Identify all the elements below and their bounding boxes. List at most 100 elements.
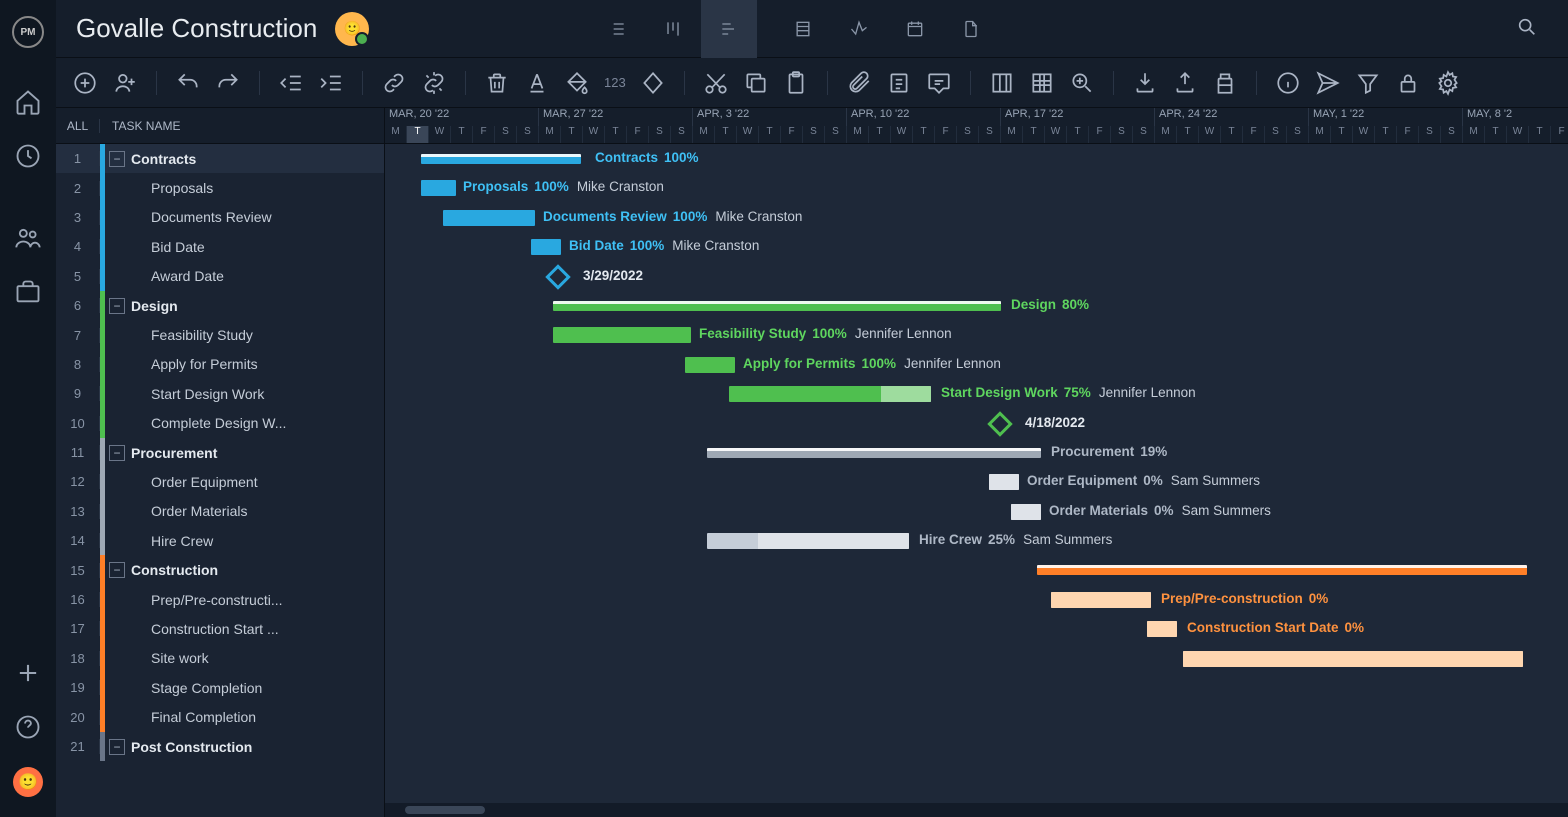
redo-icon[interactable] <box>215 70 241 96</box>
task-row[interactable]: 15−Construction <box>56 555 384 584</box>
lock-icon[interactable] <box>1395 70 1421 96</box>
task-row[interactable]: 9Start Design Work <box>56 379 384 408</box>
paste-icon[interactable] <box>783 70 809 96</box>
task-list-header: ALL TASK NAME <box>56 108 384 144</box>
task-row[interactable]: 1−Contracts <box>56 144 384 173</box>
task-row[interactable]: 13Order Materials <box>56 497 384 526</box>
task-row[interactable]: 12Order Equipment <box>56 467 384 496</box>
view-list-icon[interactable] <box>589 0 645 58</box>
task-row[interactable]: 10Complete Design W... <box>56 409 384 438</box>
gantt-bar[interactable] <box>443 210 535 226</box>
settings-icon[interactable] <box>1435 70 1461 96</box>
gantt-bar-label: Start Design Work75%Jennifer Lennon <box>941 385 1196 400</box>
color-fill-icon[interactable] <box>564 70 590 96</box>
indent-icon[interactable] <box>318 70 344 96</box>
gantt-bar[interactable] <box>1183 651 1523 667</box>
import-icon[interactable] <box>1132 70 1158 96</box>
gantt-bar[interactable] <box>729 386 931 402</box>
search-icon[interactable] <box>1506 16 1548 41</box>
send-icon[interactable] <box>1315 70 1341 96</box>
milestone-icon[interactable] <box>987 411 1012 436</box>
task-row[interactable]: 8Apply for Permits <box>56 350 384 379</box>
home-icon[interactable] <box>14 88 42 116</box>
gantt-bar-label: Order Materials0%Sam Summers <box>1049 503 1271 518</box>
cut-icon[interactable] <box>703 70 729 96</box>
unlink-icon[interactable] <box>421 70 447 96</box>
columns-icon[interactable] <box>989 70 1015 96</box>
task-row[interactable]: 16Prep/Pre-constructi... <box>56 585 384 614</box>
task-row[interactable]: 4Bid Date <box>56 232 384 261</box>
gantt-bar[interactable] <box>707 533 909 549</box>
gantt-bar[interactable] <box>421 180 456 196</box>
notes-icon[interactable] <box>886 70 912 96</box>
portfolio-icon[interactable] <box>14 278 42 306</box>
gantt-bar[interactable] <box>685 357 735 373</box>
export-icon[interactable] <box>1172 70 1198 96</box>
gantt-bar[interactable] <box>1037 565 1527 575</box>
copy-icon[interactable] <box>743 70 769 96</box>
task-row[interactable]: 11−Procurement <box>56 438 384 467</box>
link-icon[interactable] <box>381 70 407 96</box>
filter-icon[interactable] <box>1355 70 1381 96</box>
grid-icon[interactable] <box>1029 70 1055 96</box>
view-workload-icon[interactable] <box>831 0 887 58</box>
task-row[interactable]: 3Documents Review <box>56 203 384 232</box>
gantt-horizontal-scrollbar[interactable] <box>385 803 1568 817</box>
view-files-icon[interactable] <box>943 0 999 58</box>
task-row[interactable]: 17Construction Start ... <box>56 614 384 643</box>
delete-icon[interactable] <box>484 70 510 96</box>
gantt-bar-label: 3/29/2022 <box>583 268 643 283</box>
view-board-icon[interactable] <box>645 0 701 58</box>
gantt-toolbar: 123 <box>56 58 1568 108</box>
gantt-body[interactable]: Contracts100%Proposals100%Mike CranstonD… <box>385 144 1568 817</box>
milestone-icon[interactable] <box>545 264 570 289</box>
task-row[interactable]: 6−Design <box>56 291 384 320</box>
attachment-icon[interactable] <box>846 70 872 96</box>
undo-icon[interactable] <box>175 70 201 96</box>
task-row[interactable]: 19Stage Completion <box>56 673 384 702</box>
gantt-bar[interactable] <box>1147 621 1177 637</box>
view-gantt-icon[interactable] <box>701 0 757 58</box>
gantt-bar[interactable] <box>1011 504 1041 520</box>
task-list-header-all[interactable]: ALL <box>56 119 100 133</box>
add-task-icon[interactable] <box>72 70 98 96</box>
user-avatar-icon[interactable]: 🙂 <box>13 767 43 797</box>
view-sheet-icon[interactable] <box>775 0 831 58</box>
gantt-bar[interactable] <box>553 301 1001 311</box>
project-owner-avatar[interactable]: 🙂 <box>335 12 369 46</box>
app-logo[interactable]: PM <box>12 16 44 48</box>
gantt-bar[interactable] <box>707 448 1041 458</box>
gantt-bar-label: Design80% <box>1011 297 1089 312</box>
gantt-bar[interactable] <box>1051 592 1151 608</box>
gantt-timeline-header: MAR, 20 '22MAR, 27 '22APR, 3 '22APR, 10 … <box>385 108 1568 144</box>
comment-icon[interactable] <box>926 70 952 96</box>
collapse-icon[interactable]: − <box>109 562 125 578</box>
gantt-bar[interactable] <box>989 474 1019 490</box>
task-row[interactable]: 20Final Completion <box>56 702 384 731</box>
gantt-bar[interactable] <box>531 239 561 255</box>
task-row[interactable]: 7Feasibility Study <box>56 320 384 349</box>
collapse-icon[interactable]: − <box>109 298 125 314</box>
help-icon[interactable] <box>14 713 42 741</box>
recent-icon[interactable] <box>14 142 42 170</box>
assign-icon[interactable] <box>112 70 138 96</box>
print-icon[interactable] <box>1212 70 1238 96</box>
team-icon[interactable] <box>14 224 42 252</box>
milestone-shape-icon[interactable] <box>640 70 666 96</box>
info-icon[interactable] <box>1275 70 1301 96</box>
gantt-bar[interactable] <box>421 154 581 164</box>
zoom-icon[interactable] <box>1069 70 1095 96</box>
task-row[interactable]: 21−Post Construction <box>56 732 384 761</box>
task-row[interactable]: 2Proposals <box>56 173 384 202</box>
text-style-icon[interactable] <box>524 70 550 96</box>
task-row[interactable]: 18Site work <box>56 644 384 673</box>
collapse-icon[interactable]: − <box>109 151 125 167</box>
outdent-icon[interactable] <box>278 70 304 96</box>
view-calendar-icon[interactable] <box>887 0 943 58</box>
task-row[interactable]: 5Award Date <box>56 262 384 291</box>
add-icon[interactable] <box>14 659 42 687</box>
collapse-icon[interactable]: − <box>109 739 125 755</box>
collapse-icon[interactable]: − <box>109 445 125 461</box>
task-row[interactable]: 14Hire Crew <box>56 526 384 555</box>
gantt-bar[interactable] <box>553 327 691 343</box>
